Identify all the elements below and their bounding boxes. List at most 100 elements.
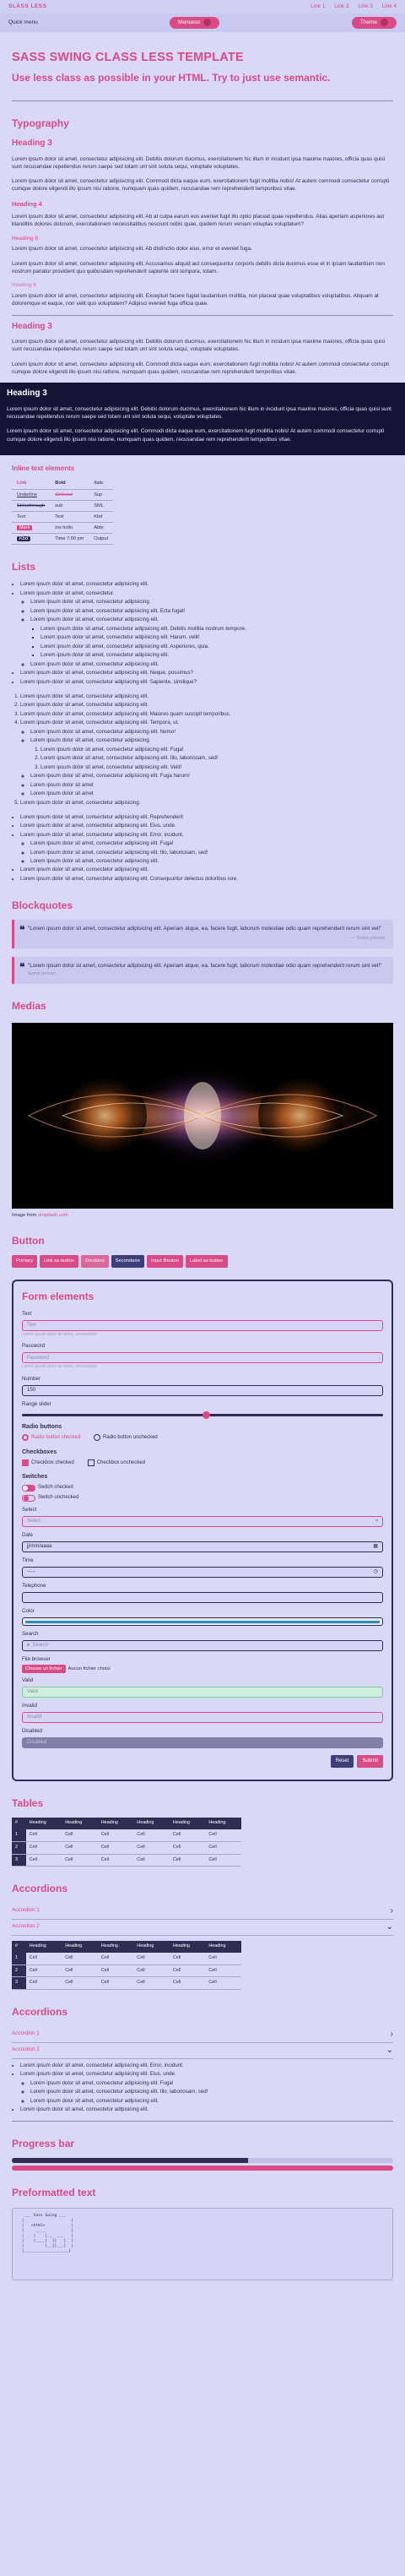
list-item: Lorem ipsum dolor sit amet, consectetur …	[20, 693, 393, 701]
radio-off-icon	[94, 1434, 101, 1442]
text-input[interactable]: Text	[22, 1320, 383, 1332]
menu-toggle-button[interactable]: Menuess	[170, 17, 220, 29]
select-input[interactable]: Select ▾	[22, 1515, 383, 1527]
text-hint: Lorem ipsum dolor sit amet, consectetur	[22, 1332, 97, 1338]
valid-input[interactable]: Valid	[22, 1687, 383, 1698]
range-slider[interactable]	[22, 1410, 383, 1419]
table-cell: Cell	[25, 1841, 62, 1855]
chevron-right-icon: ›	[390, 1905, 393, 1916]
accordion-1[interactable]: Accordion 1 ›	[12, 1904, 393, 1920]
list-item: Lorem ipsum dolor sit amet, consectetur …	[30, 2089, 393, 2096]
credit-prefix: Image from	[12, 1212, 37, 1218]
search-input[interactable]: ⌕ Search	[22, 1639, 383, 1651]
accordion-2[interactable]: Accordion 2 ⌄	[12, 2043, 393, 2059]
checkbox-title: Checkboxes	[22, 1448, 57, 1455]
password-input[interactable]: Password	[22, 1352, 383, 1364]
dark-paragraph: Lorem ipsum dolor sit amet, consectetur …	[7, 428, 385, 443]
accordion-label: Accordion 1	[12, 2030, 40, 2037]
main-content: SASS SWING CLASS LESS TEMPLATE Use less …	[0, 49, 405, 2292]
accordion-label: Accordion 1	[12, 1907, 40, 1914]
table-header-row: # Heading Heading Heading Heading Headin…	[12, 1940, 241, 1953]
list-item: Lorem ipsum dolor sit amet, consectetur …	[20, 814, 393, 822]
table-cell: Cell	[62, 1976, 98, 1991]
list-item: Lorem ipsum dolor sit amet, consectetur …	[20, 679, 393, 687]
chevron-down-icon: ⌄	[386, 2045, 393, 2055]
radio-checked[interactable]: Radio button checked	[22, 1434, 80, 1442]
switch-unchecked[interactable]: Switch unchecked	[22, 1494, 78, 1502]
invalid-input[interactable]: Invalid	[22, 1712, 383, 1724]
list-item: Lorem ipsum dolor sit amet, consectetur …	[20, 832, 393, 866]
buttons-title: Button	[12, 1235, 45, 1247]
paragraph: Lorem ipsum dolor sit amet, consectetur …	[12, 246, 252, 253]
table-cell: Cell	[169, 1976, 206, 1991]
number-input[interactable]: 150	[22, 1384, 383, 1396]
list-item: Lorem ipsum dolor sit amet, consectetur …	[30, 608, 393, 616]
inline-link[interactable]: Link	[12, 478, 51, 490]
brand-logo[interactable]: SLASS LESS	[8, 3, 46, 10]
inline-italic: Italic	[89, 478, 114, 490]
time-input[interactable]: --:-- ◷	[22, 1566, 383, 1578]
range-thumb[interactable]	[202, 1410, 210, 1419]
heading-6: Heading 6	[12, 283, 36, 289]
inline-sup: Sup	[89, 489, 114, 501]
list-item: Lorem ipsum dolor sit amet, consectetur …	[40, 644, 393, 651]
calendar-icon[interactable]: ▦	[373, 1543, 378, 1551]
inline-ins: Ins hollo	[50, 522, 89, 534]
list-item: Lorem ipsum dolor sit amet, consectetur …	[20, 867, 393, 874]
submit-button[interactable]: Submit	[357, 1755, 383, 1768]
table-cell: Cell	[205, 1965, 241, 1978]
nav-link-4[interactable]: Link 4	[382, 3, 397, 9]
table-header: Heading	[97, 1818, 134, 1829]
typography-title: Typography	[12, 117, 69, 129]
checkbox-checked[interactable]: Checkbox checked	[22, 1459, 74, 1467]
list-item: Lorem ipsum dolor sit amet, consectetur …	[40, 747, 393, 754]
heading-3: Heading 3	[12, 139, 52, 148]
list-item: Lorem ipsum dolor sit amet, consectetur …	[30, 850, 393, 857]
table-cell: Cell	[205, 1841, 241, 1855]
quick-menu-label: Quick menu	[8, 19, 38, 26]
color-input[interactable]	[22, 1617, 383, 1626]
nav-link-3[interactable]: Link 3	[358, 3, 372, 9]
check-on-label: Checkbox checked	[31, 1459, 74, 1465]
switch-checked[interactable]: Switch checked	[22, 1484, 73, 1492]
credit-link[interactable]: unsplash.com	[38, 1213, 68, 1218]
row-index: 1	[12, 1829, 26, 1842]
table-header: #	[12, 1940, 26, 1953]
inline-sub: sub	[50, 500, 89, 512]
table-cell: Cell	[62, 1841, 98, 1855]
password-label: Password	[22, 1343, 46, 1350]
file-choose-button[interactable]: Choose un fichier	[22, 1664, 66, 1673]
tel-input[interactable]	[22, 1591, 383, 1603]
date-input[interactable]: jj/mm/aaaa ▦	[22, 1541, 383, 1552]
time-label: Time	[22, 1557, 34, 1563]
list-item: Lorem ipsum dolor sit amet, consectetur …	[30, 858, 393, 866]
accordions-title-2: Accordions	[12, 2006, 68, 2019]
list-item: Lorem ipsum dolor sit amet, consectetur …	[30, 729, 393, 736]
disabled-input: Disabled	[22, 1737, 383, 1749]
blockquote-cite: — Some person	[350, 935, 385, 941]
input-button[interactable]: Input Bouton	[146, 1255, 183, 1268]
secondary-button[interactable]: Secondaire	[111, 1255, 144, 1268]
theme-toggle-label: Theme	[359, 19, 377, 26]
media-credit: Image from unsplash.com	[12, 1212, 393, 1219]
list-item: Lorem ipsum dolor sit amet, consectetur …	[20, 702, 393, 709]
checkbox-unchecked[interactable]: Checkbox unchecked	[87, 1459, 146, 1467]
link-button[interactable]: Link as button	[39, 1255, 79, 1268]
clock-icon[interactable]: ◷	[374, 1568, 378, 1576]
check-off-label: Checkbox unchecked	[96, 1459, 146, 1465]
theme-toggle-button[interactable]: Theme	[351, 17, 397, 29]
radio-unchecked[interactable]: Radio button unchecked	[94, 1434, 158, 1442]
time-value: --:--	[27, 1568, 35, 1574]
label-button[interactable]: Label as button	[185, 1255, 228, 1268]
paragraph: Lorem ipsum dolor sit amet, consectetur …	[12, 178, 390, 193]
accordion-2[interactable]: Accordion 2 ⌄	[12, 1920, 393, 1936]
primary-button[interactable]: Primary	[12, 1255, 37, 1268]
reset-button[interactable]: Reset	[330, 1755, 354, 1768]
nav-link-2[interactable]: Link 2	[334, 3, 348, 9]
nav-link-1[interactable]: Link 1	[310, 3, 325, 9]
list-item: Lorem ipsum dolor sit amet, consectetur …	[30, 617, 393, 660]
accordion-1[interactable]: Accordion 1 ›	[12, 2027, 393, 2043]
accordion-label: Accordion 2	[12, 1923, 40, 1930]
select-label: Select	[22, 1506, 37, 1513]
list-item: Lorem ipsum dolor sit amet, consectetur …	[20, 2062, 393, 2070]
